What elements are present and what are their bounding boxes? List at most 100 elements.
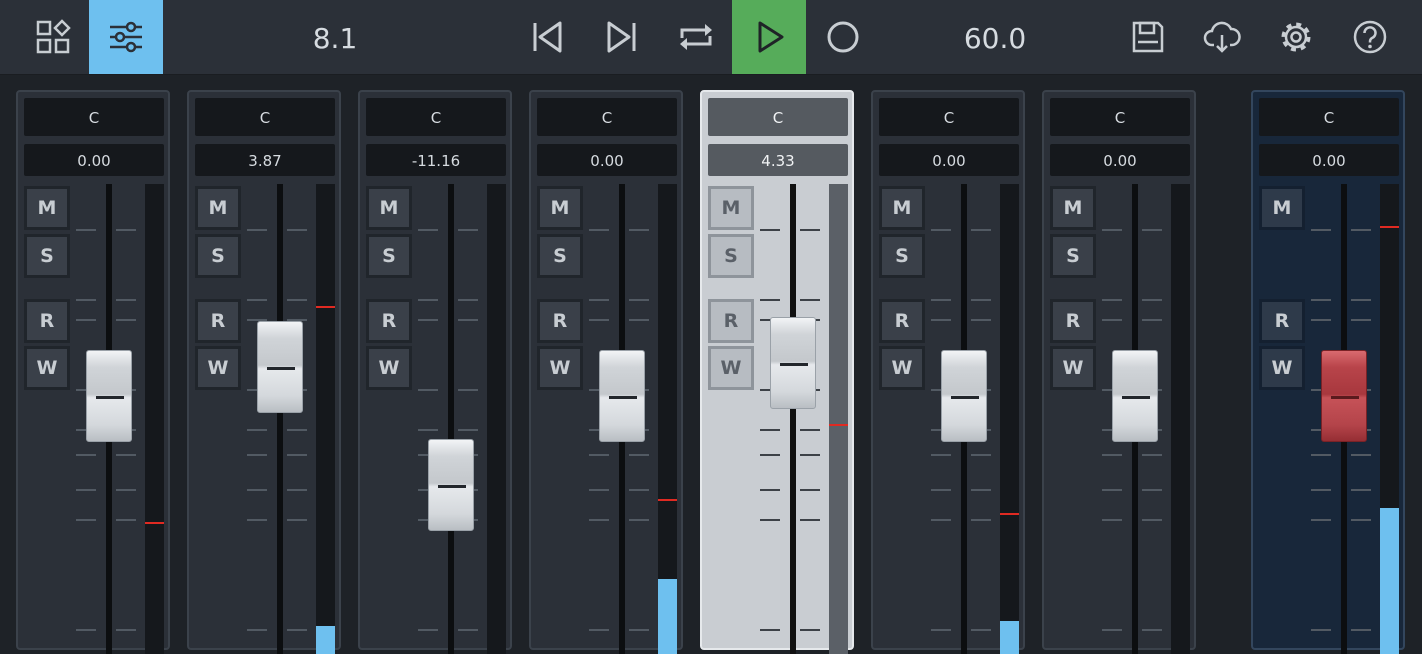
fader-scale-tick (1351, 299, 1371, 301)
skip-forward-button[interactable] (585, 0, 659, 74)
fader-knob[interactable] (941, 350, 987, 442)
solo-button[interactable]: S (195, 234, 241, 278)
fader-scale-tick (931, 454, 951, 456)
fader-track[interactable] (277, 184, 283, 654)
read-button[interactable]: R (537, 299, 583, 343)
fader-knob[interactable] (770, 317, 816, 409)
fader-knob[interactable] (86, 350, 132, 442)
play-button[interactable] (732, 0, 806, 74)
read-button[interactable]: R (879, 299, 925, 343)
read-button[interactable]: R (1259, 299, 1305, 343)
pan-readout[interactable]: C (537, 98, 677, 136)
fader-scale-tick (1142, 229, 1162, 231)
write-button[interactable]: W (366, 346, 412, 390)
mute-button[interactable]: M (195, 186, 241, 230)
volume-readout[interactable]: 0.00 (1050, 144, 1190, 176)
solo-button[interactable]: S (708, 234, 754, 278)
write-button[interactable]: W (1259, 346, 1305, 390)
skip-back-button[interactable] (510, 0, 584, 74)
pan-readout[interactable]: C (366, 98, 506, 136)
mute-button[interactable]: M (708, 186, 754, 230)
mute-button[interactable]: M (879, 186, 925, 230)
fader-scale-tick (629, 489, 649, 491)
fader-scale-tick (458, 319, 478, 321)
meter-level-fill (658, 579, 677, 654)
fader-scale-tick (76, 319, 96, 321)
save-button[interactable] (1111, 0, 1185, 74)
pan-readout[interactable]: C (195, 98, 335, 136)
read-button[interactable]: R (195, 299, 241, 343)
fader-scale-tick (800, 489, 820, 491)
loop-button[interactable] (659, 0, 733, 74)
fader-scale-tick (247, 299, 267, 301)
meter-peak-marker (1380, 226, 1399, 228)
volume-readout[interactable]: 0.00 (24, 144, 164, 176)
fader-scale-tick (971, 229, 991, 231)
mute-button[interactable]: M (24, 186, 70, 230)
fader-scale-tick (116, 519, 136, 521)
solo-button[interactable]: S (537, 234, 583, 278)
mute-button[interactable]: M (1050, 186, 1096, 230)
read-button[interactable]: R (24, 299, 70, 343)
fader-scale-tick (589, 519, 609, 521)
fader-scale-tick (418, 319, 438, 321)
volume-readout[interactable]: 0.00 (879, 144, 1019, 176)
solo-button[interactable]: S (1050, 234, 1096, 278)
mixer-sliders-icon (110, 21, 142, 53)
fader-track[interactable] (790, 184, 796, 654)
channel-strip: C 0.00 M S R W (16, 90, 170, 654)
write-button[interactable]: W (1050, 346, 1096, 390)
fader-scale-tick (629, 229, 649, 231)
read-button[interactable]: R (708, 299, 754, 343)
settings-button[interactable] (1259, 0, 1333, 74)
volume-readout[interactable]: 0.00 (1259, 144, 1399, 176)
fader-scale-tick (287, 489, 307, 491)
volume-readout[interactable]: 0.00 (537, 144, 677, 176)
fader-scale-tick (287, 429, 307, 431)
fader-track[interactable] (448, 184, 454, 654)
level-meter (487, 184, 506, 654)
level-meter (829, 184, 848, 654)
write-button[interactable]: W (879, 346, 925, 390)
meter-peak-marker (1000, 513, 1019, 515)
fader-scale-tick (418, 299, 438, 301)
fader-scale-tick (1311, 629, 1331, 631)
record-button[interactable] (806, 0, 880, 74)
solo-button[interactable]: S (879, 234, 925, 278)
pan-readout[interactable]: C (879, 98, 1019, 136)
cloud-download-button[interactable] (1185, 0, 1259, 74)
fader-scale-tick (1102, 229, 1122, 231)
mute-button[interactable]: M (537, 186, 583, 230)
pan-readout[interactable]: C (1259, 98, 1399, 136)
mixer-button[interactable] (89, 0, 163, 74)
fader-knob[interactable] (1321, 350, 1367, 442)
fader-knob[interactable] (428, 439, 474, 531)
read-button[interactable]: R (366, 299, 412, 343)
meter-level-fill (1380, 508, 1399, 654)
fader-scale-tick (458, 229, 478, 231)
solo-button[interactable]: S (366, 234, 412, 278)
pan-readout[interactable]: C (24, 98, 164, 136)
volume-readout[interactable]: -11.16 (366, 144, 506, 176)
fader-scale-tick (931, 629, 951, 631)
pan-readout[interactable]: C (708, 98, 848, 136)
fader-scale-tick (760, 429, 780, 431)
read-button[interactable]: R (1050, 299, 1096, 343)
fader-scale-tick (247, 454, 267, 456)
fader-knob[interactable] (257, 321, 303, 413)
write-button[interactable]: W (708, 346, 754, 390)
solo-button[interactable]: S (24, 234, 70, 278)
pan-readout[interactable]: C (1050, 98, 1190, 136)
help-button[interactable] (1333, 0, 1407, 74)
write-button[interactable]: W (195, 346, 241, 390)
fader-knob[interactable] (599, 350, 645, 442)
write-button[interactable]: W (24, 346, 70, 390)
gear-icon (1281, 22, 1311, 52)
mute-button[interactable]: M (1259, 186, 1305, 230)
write-button[interactable]: W (537, 346, 583, 390)
mute-button[interactable]: M (366, 186, 412, 230)
volume-readout[interactable]: 3.87 (195, 144, 335, 176)
fader-knob[interactable] (1112, 350, 1158, 442)
tiles-button[interactable] (16, 0, 90, 74)
volume-readout[interactable]: 4.33 (708, 144, 848, 176)
